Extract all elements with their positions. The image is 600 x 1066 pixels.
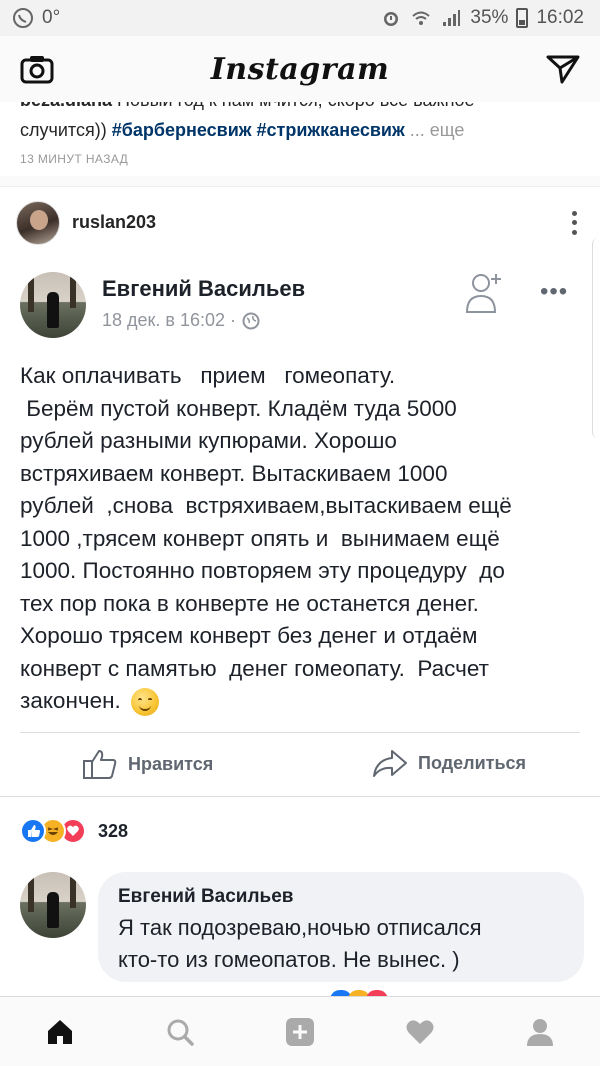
- profile-icon: [527, 1018, 553, 1046]
- fb-text-line: конверт с памятью денег гомеопату. Расче…: [20, 655, 489, 681]
- fb-text-line: Хорошо трясем конверт без денег и отдаём: [20, 623, 478, 648]
- caption-cut-line: beza.diana Новый год к нам мчится, скоро…: [20, 102, 475, 111]
- fb-comment-text: Я так подозреваю,ночью отписался кто-то …: [118, 912, 564, 976]
- post-username[interactable]: ruslan203: [72, 212, 156, 233]
- heart-icon: [406, 1019, 434, 1044]
- nav-profile[interactable]: [510, 1007, 570, 1057]
- notification-count: 0°: [42, 7, 61, 28]
- caption-text: случится)): [20, 120, 112, 140]
- scroll-edge-hint: [592, 238, 600, 438]
- clock: 16:02: [536, 7, 584, 28]
- add-post-icon: [286, 1017, 314, 1046]
- fb-like-action: Нравится: [82, 748, 213, 780]
- home-icon: [48, 1019, 72, 1044]
- fb-text-line: встряхиваем конверт. Вытаскиваем 1000: [20, 460, 448, 486]
- share-arrow-icon: [373, 750, 407, 777]
- fb-share-action: Поделиться: [372, 748, 526, 778]
- nav-new-post[interactable]: [270, 1007, 330, 1057]
- fb-text-line: тех пор пока в конверте не останется ден…: [20, 590, 479, 616]
- globe-icon: [242, 312, 260, 329]
- fb-comment-line: кто-то из гомеопатов. Не вынес. ): [118, 947, 460, 972]
- instagram-logo: Instagram: [210, 51, 390, 87]
- fb-text-line: Как оплачивать прием гомеопату.: [20, 363, 396, 388]
- fb-post-text: Как оплачивать прием гомеопату. Берём пу…: [20, 360, 580, 718]
- fb-text-line: рублей ,снова встряхиваем,вытаскиваем ещ…: [20, 493, 512, 518]
- fb-commenter-avatar: [20, 872, 86, 938]
- post-header: ruslan203: [0, 186, 600, 258]
- caption-hashtags[interactable]: #барбернесвиж #стрижканесвиж: [112, 120, 405, 140]
- fb-post-date: 18 дек. в 16:02 ·: [102, 310, 260, 331]
- caption-cut-text: Новый год к нам мчится, скоро всё важное: [112, 102, 475, 110]
- post-photo[interactable]: Евгений Васильев 18 дек. в 16:02 · ••• К…: [0, 258, 600, 998]
- fb-text-line: Берём пустой конверт. Кладём туда 5000: [20, 395, 457, 421]
- signal-icon: [440, 7, 462, 29]
- caption: случится)) #барбернесвиж #стрижканесвиж …: [20, 120, 464, 141]
- avatar[interactable]: [16, 200, 60, 245]
- dot: [571, 210, 577, 216]
- battery-icon: [516, 8, 529, 28]
- smiley-emoji-icon: [131, 688, 160, 717]
- fb-text-last-line: закончен.: [20, 685, 580, 718]
- dot: [571, 220, 577, 225]
- fb-comment-bubble: Евгений Васильев Я так подозреваю,ночью …: [98, 872, 584, 982]
- battery-percent: 35%: [470, 7, 509, 28]
- nav-activity[interactable]: [390, 1007, 450, 1057]
- bottom-navigation: [0, 996, 600, 1066]
- camera-icon: [20, 56, 54, 84]
- fb-text-line: закончен.: [20, 688, 128, 713]
- thumbs-up-icon: [83, 750, 117, 779]
- fb-more-icon: •••: [540, 278, 569, 305]
- fb-comment-author: Евгений Васильев: [118, 886, 294, 907]
- caption-username[interactable]: beza.diana: [20, 102, 112, 110]
- fb-share-label: Поделиться: [418, 752, 527, 773]
- camera-button[interactable]: [18, 50, 56, 88]
- search-icon: [167, 1019, 194, 1046]
- nav-search[interactable]: [150, 1007, 210, 1057]
- fb-text-line: рублей разными купюрами. Хорошо: [20, 428, 397, 453]
- post-time-ago: 13 МИНУТ НАЗАД: [20, 152, 129, 166]
- reaction-count: 328: [98, 820, 129, 841]
- direct-send-icon: [546, 55, 580, 84]
- dot: [571, 229, 577, 235]
- like-reaction-icon: [20, 818, 46, 844]
- add-friend-icon: [465, 274, 501, 313]
- viber-icon: [12, 7, 34, 29]
- fb-date-text: 18 дек. в 16:02 ·: [102, 310, 237, 330]
- alarm-icon: [380, 7, 402, 29]
- post-options-button[interactable]: [564, 208, 584, 238]
- direct-messages-button[interactable]: [544, 50, 582, 88]
- fb-like-label: Нравится: [128, 753, 214, 774]
- caption-more-link[interactable]: ... еще: [405, 120, 465, 140]
- app-header: Instagram: [0, 36, 600, 102]
- fb-text-line: 1000 ,трясем конверт опять и вынимаем ещ…: [20, 525, 500, 551]
- fb-reactions: 328: [20, 818, 128, 844]
- fb-author-avatar: [20, 272, 86, 338]
- wifi-icon: [410, 7, 432, 29]
- previous-post-caption: beza.diana Новый год к нам мчится, скоро…: [0, 102, 600, 176]
- fb-text-line: 1000. Постоянно повторяем эту процедуру …: [20, 558, 505, 583]
- status-bar: 0° 35% 16:02: [0, 0, 600, 36]
- divider: [20, 732, 580, 733]
- fb-author-name: Евгений Васильев: [102, 276, 306, 301]
- divider: [0, 796, 600, 797]
- nav-home[interactable]: [30, 1007, 90, 1057]
- fb-comment-line: Я так подозреваю,ночью отписался: [118, 915, 482, 940]
